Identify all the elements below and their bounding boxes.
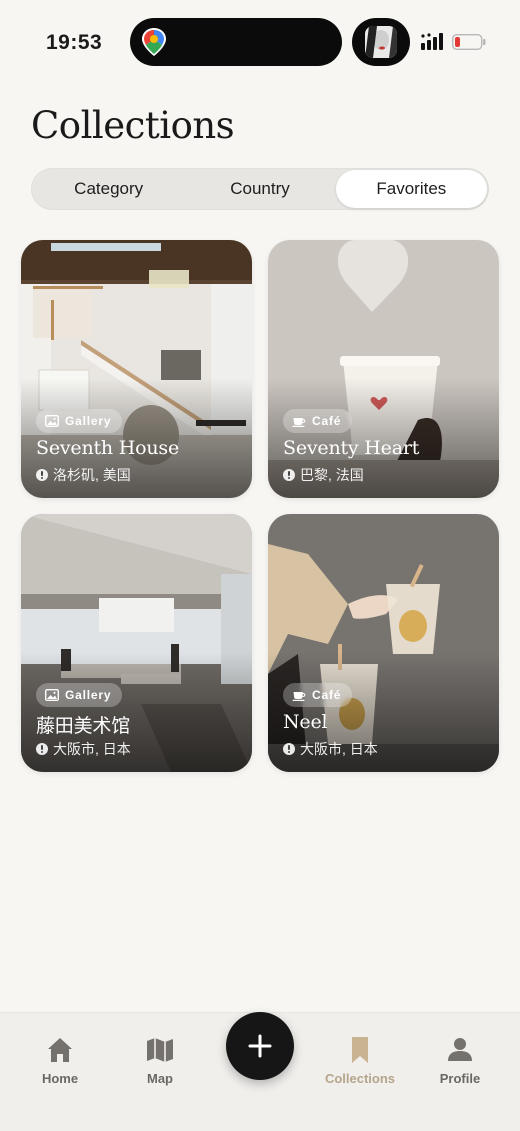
tab-profile[interactable]: Profile bbox=[410, 1035, 510, 1086]
collection-card-seventh-house[interactable]: Gallery Seventh House 洛杉矶, 美国 bbox=[21, 240, 252, 498]
location-icon bbox=[36, 743, 48, 755]
dynamic-island-activity bbox=[352, 18, 410, 66]
card-location: 大阪市, 日本 bbox=[283, 739, 378, 759]
segmented-control: Category Country Favorites bbox=[31, 168, 489, 210]
location-label: 巴黎, 法国 bbox=[300, 467, 364, 483]
map-icon bbox=[147, 1038, 173, 1062]
tab-collections[interactable]: Collections bbox=[310, 1035, 410, 1086]
category-badge: Café bbox=[283, 683, 353, 707]
category-badge: Gallery bbox=[36, 409, 123, 433]
person-icon bbox=[448, 1038, 472, 1061]
badge-label: Gallery bbox=[65, 414, 112, 428]
bookmark-icon bbox=[352, 1037, 368, 1063]
photo-icon bbox=[45, 415, 59, 427]
collection-card-seventy-heart[interactable]: Café Seventy Heart 巴黎, 法国 bbox=[268, 240, 499, 498]
badge-label: Gallery bbox=[65, 688, 112, 702]
plus-icon bbox=[248, 1034, 272, 1058]
collection-card-fujita-museum[interactable]: Gallery 藤田美术馆 大阪市, 日本 bbox=[21, 514, 252, 772]
segment-category[interactable]: Category bbox=[33, 170, 184, 208]
tab-label: Home bbox=[41, 1071, 79, 1086]
tab-home[interactable]: Home bbox=[10, 1035, 110, 1086]
card-title: 藤田美术馆 bbox=[36, 715, 131, 737]
home-icon bbox=[48, 1038, 72, 1062]
location-label: 大阪市, 日本 bbox=[300, 741, 378, 757]
card-title: Seventh House bbox=[36, 437, 180, 459]
coffee-cup-icon bbox=[292, 692, 306, 701]
location-icon bbox=[36, 469, 48, 481]
dynamic-island bbox=[130, 18, 342, 66]
tab-label: Profile bbox=[439, 1071, 481, 1086]
badge-label: Café bbox=[312, 688, 342, 702]
card-location: 大阪市, 日本 bbox=[36, 739, 131, 759]
status-bar: 19:53 bbox=[0, 0, 520, 84]
battery-icon bbox=[452, 34, 486, 50]
location-label: 洛杉矶, 美国 bbox=[53, 467, 131, 483]
page-title: Collections bbox=[31, 104, 235, 147]
maps-pin-icon bbox=[142, 28, 166, 56]
add-button[interactable] bbox=[226, 1012, 294, 1080]
status-time: 19:53 bbox=[46, 31, 103, 54]
avatar bbox=[365, 26, 397, 58]
badge-label: Café bbox=[312, 414, 342, 428]
category-badge: Gallery bbox=[36, 683, 123, 707]
segment-favorites[interactable]: Favorites bbox=[335, 170, 487, 208]
location-label: 大阪市, 日本 bbox=[53, 741, 131, 757]
tab-label: Collections bbox=[324, 1071, 396, 1086]
segment-country[interactable]: Country bbox=[184, 170, 335, 208]
location-icon bbox=[283, 743, 295, 755]
location-icon bbox=[283, 469, 295, 481]
category-badge: Café bbox=[283, 409, 353, 433]
card-title: Neel bbox=[283, 711, 328, 733]
collection-card-neel[interactable]: Café Neel 大阪市, 日本 bbox=[268, 514, 499, 772]
photo-icon bbox=[45, 689, 59, 701]
coffee-cup-icon bbox=[292, 418, 306, 427]
card-location: 巴黎, 法国 bbox=[283, 465, 364, 485]
tab-map[interactable]: Map bbox=[110, 1035, 210, 1086]
cellular-signal-icon bbox=[421, 33, 443, 50]
card-location: 洛杉矶, 美国 bbox=[36, 465, 131, 485]
tab-label: Map bbox=[147, 1071, 173, 1086]
card-title: Seventy Heart bbox=[283, 437, 420, 459]
